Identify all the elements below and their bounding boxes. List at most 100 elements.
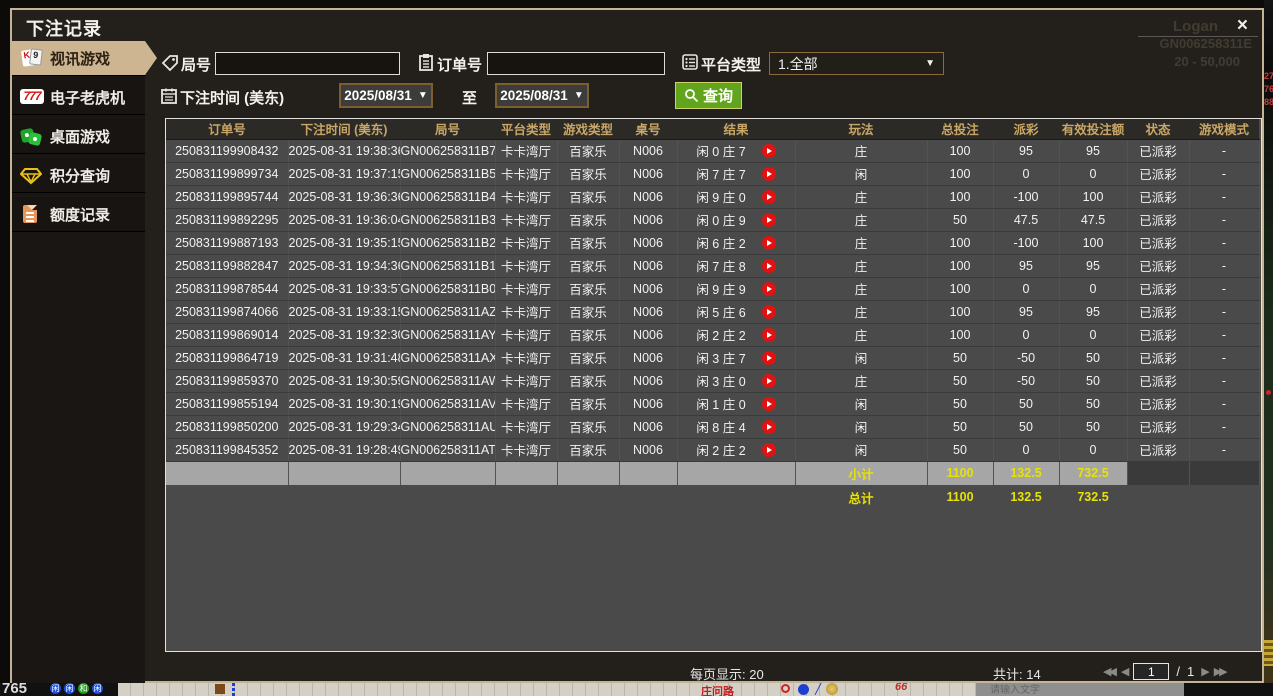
total-row: 总计1100132.5732.5: [166, 485, 1259, 509]
play-type-cell: 庄: [795, 208, 927, 231]
round-no-cell: GN006258311AZ: [400, 300, 495, 323]
game-mode-cell: -: [1189, 254, 1259, 277]
play-type-cell: 庄: [795, 254, 927, 277]
query-button-label: 查询: [703, 85, 733, 106]
close-icon[interactable]: ×: [1237, 16, 1248, 36]
chevron-down-icon: ▼: [925, 58, 935, 69]
round-no-input[interactable]: [215, 52, 400, 75]
result-text: 闲 7 庄 8: [696, 256, 745, 275]
replay-play-icon[interactable]: [762, 328, 776, 342]
platform-type-select[interactable]: 1.全部 ▼: [769, 52, 944, 75]
bet-time-cell: 2025-08-31 19:36:04: [288, 208, 400, 231]
table-row[interactable]: 2508311998785442025-08-31 19:33:57GN0062…: [166, 277, 1259, 300]
sidebar-item-table-games[interactable]: 桌面游戏: [12, 119, 145, 154]
table-row[interactable]: 2508311998871932025-08-31 19:35:15GN0062…: [166, 231, 1259, 254]
bet-time-cell: 2025-08-31 19:34:36: [288, 254, 400, 277]
subtotal-label: 小计: [795, 461, 927, 485]
result-text: 闲 1 庄 0: [696, 394, 745, 413]
chat-input[interactable]: 请输入文字: [976, 683, 1184, 696]
platform-cell: 卡卡湾厅: [495, 369, 557, 392]
prev-page-icon[interactable]: ◀: [1121, 665, 1126, 678]
sidebar-item-label: 桌面游戏: [50, 126, 110, 147]
total-bet-cell: 100: [927, 162, 993, 185]
result-text: 闲 3 庄 0: [696, 371, 745, 390]
next-page-icon[interactable]: ▶: [1201, 665, 1206, 678]
table-no-cell: N006: [619, 162, 677, 185]
table-row[interactable]: 2508311999084322025-08-31 19:38:36GN0062…: [166, 139, 1259, 162]
road-legend-circle-icon: [781, 684, 790, 693]
game-mode-cell: -: [1189, 438, 1259, 461]
table-row[interactable]: 2508311998957442025-08-31 19:36:36GN0062…: [166, 185, 1259, 208]
replay-play-icon[interactable]: [762, 259, 776, 273]
date-from-value: 2025/08/31: [344, 88, 412, 103]
replay-play-icon[interactable]: [762, 305, 776, 319]
table-no-cell: N006: [619, 208, 677, 231]
replay-play-icon[interactable]: [762, 236, 776, 250]
table-row[interactable]: 2508311998690142025-08-31 19:32:30GN0062…: [166, 323, 1259, 346]
play-type-cell: 庄: [795, 369, 927, 392]
query-button[interactable]: 查询: [675, 82, 742, 109]
replay-play-icon[interactable]: [762, 351, 776, 365]
table-row[interactable]: 2508311998453522025-08-31 19:28:49GN0062…: [166, 438, 1259, 461]
game-mode-cell: -: [1189, 162, 1259, 185]
game-type-cell: 百家乐: [557, 323, 619, 346]
result-text: 闲 7 庄 7: [696, 164, 745, 183]
replay-play-icon[interactable]: [762, 443, 776, 457]
game-type-cell: 百家乐: [557, 231, 619, 254]
game-mode-cell: -: [1189, 346, 1259, 369]
last-page-icon[interactable]: ▶▶: [1214, 665, 1225, 678]
date-to-picker[interactable]: 2025/08/31 ▼: [495, 83, 589, 108]
table-row[interactable]: 2508311998828472025-08-31 19:34:36GN0062…: [166, 254, 1259, 277]
empty-cell: [1189, 461, 1259, 485]
table-row[interactable]: 2508311998740662025-08-31 19:33:15GN0062…: [166, 300, 1259, 323]
result-text: 闲 2 庄 2: [696, 325, 745, 344]
replay-play-icon[interactable]: [762, 420, 776, 434]
empty-cell: [400, 461, 495, 485]
sidebar-item-points-query[interactable]: 积分查询: [12, 158, 145, 193]
replay-play-icon[interactable]: [762, 190, 776, 204]
order-no-input[interactable]: [487, 52, 665, 75]
game-type-cell: 百家乐: [557, 139, 619, 162]
clipboard-icon: [417, 53, 435, 71]
replay-play-icon[interactable]: [762, 374, 776, 388]
game-type-cell: 百家乐: [557, 438, 619, 461]
page-separator: /: [1176, 664, 1180, 679]
column-header: 局号: [400, 119, 495, 139]
table-row[interactable]: 2508311998997342025-08-31 19:37:15GN0062…: [166, 162, 1259, 185]
date-from-picker[interactable]: 2025/08/31 ▼: [339, 83, 433, 108]
sidebar-item-video-games[interactable]: K9 视讯游戏: [12, 41, 145, 76]
table-row[interactable]: 2508311998647192025-08-31 19:31:48GN0062…: [166, 346, 1259, 369]
bet-time-cell: 2025-08-31 19:32:30: [288, 323, 400, 346]
game-mode-cell: -: [1189, 139, 1259, 162]
records-table: 订单号下注时间 (美东)局号平台类型游戏类型桌号结果玩法总投注派彩有效投注额状态…: [166, 119, 1260, 509]
first-page-icon[interactable]: ◀◀: [1103, 665, 1114, 678]
column-header: 平台类型: [495, 119, 557, 139]
order-no-cell: 250831199859370: [166, 369, 288, 392]
sidebar-item-slots[interactable]: 777 电子老虎机: [12, 80, 145, 115]
table-no-cell: N006: [619, 369, 677, 392]
replay-play-icon[interactable]: [762, 213, 776, 227]
replay-play-icon[interactable]: [762, 282, 776, 296]
table-row[interactable]: 2508311998502002025-08-31 19:29:34GN0062…: [166, 415, 1259, 438]
calendar-icon: [160, 87, 178, 105]
play-type-cell: 庄: [795, 277, 927, 300]
payout-cell: 0: [993, 277, 1059, 300]
road-marker: [215, 684, 225, 694]
table-no-cell: N006: [619, 323, 677, 346]
dice-icon: [20, 125, 42, 147]
bet-time-cell: 2025-08-31 19:33:15: [288, 300, 400, 323]
replay-play-icon[interactable]: [762, 144, 776, 158]
replay-play-icon[interactable]: [762, 397, 776, 411]
empty-cell: [288, 485, 400, 509]
status-cell: 已派彩: [1127, 254, 1189, 277]
table-row[interactable]: 2508311998551942025-08-31 19:30:19GN0062…: [166, 392, 1259, 415]
game-mode-cell: -: [1189, 392, 1259, 415]
sidebar-item-credit-records[interactable]: 额度记录: [12, 197, 145, 232]
valid-bet-cell: 0: [1059, 323, 1127, 346]
page-number-input[interactable]: 1: [1133, 663, 1169, 680]
round-no-cell: GN006258311AY: [400, 323, 495, 346]
table-row[interactable]: 2508311998922952025-08-31 19:36:04GN0062…: [166, 208, 1259, 231]
replay-play-icon[interactable]: [762, 167, 776, 181]
table-row[interactable]: 2508311998593702025-08-31 19:30:59GN0062…: [166, 369, 1259, 392]
slot-777-icon: 777: [20, 86, 42, 108]
